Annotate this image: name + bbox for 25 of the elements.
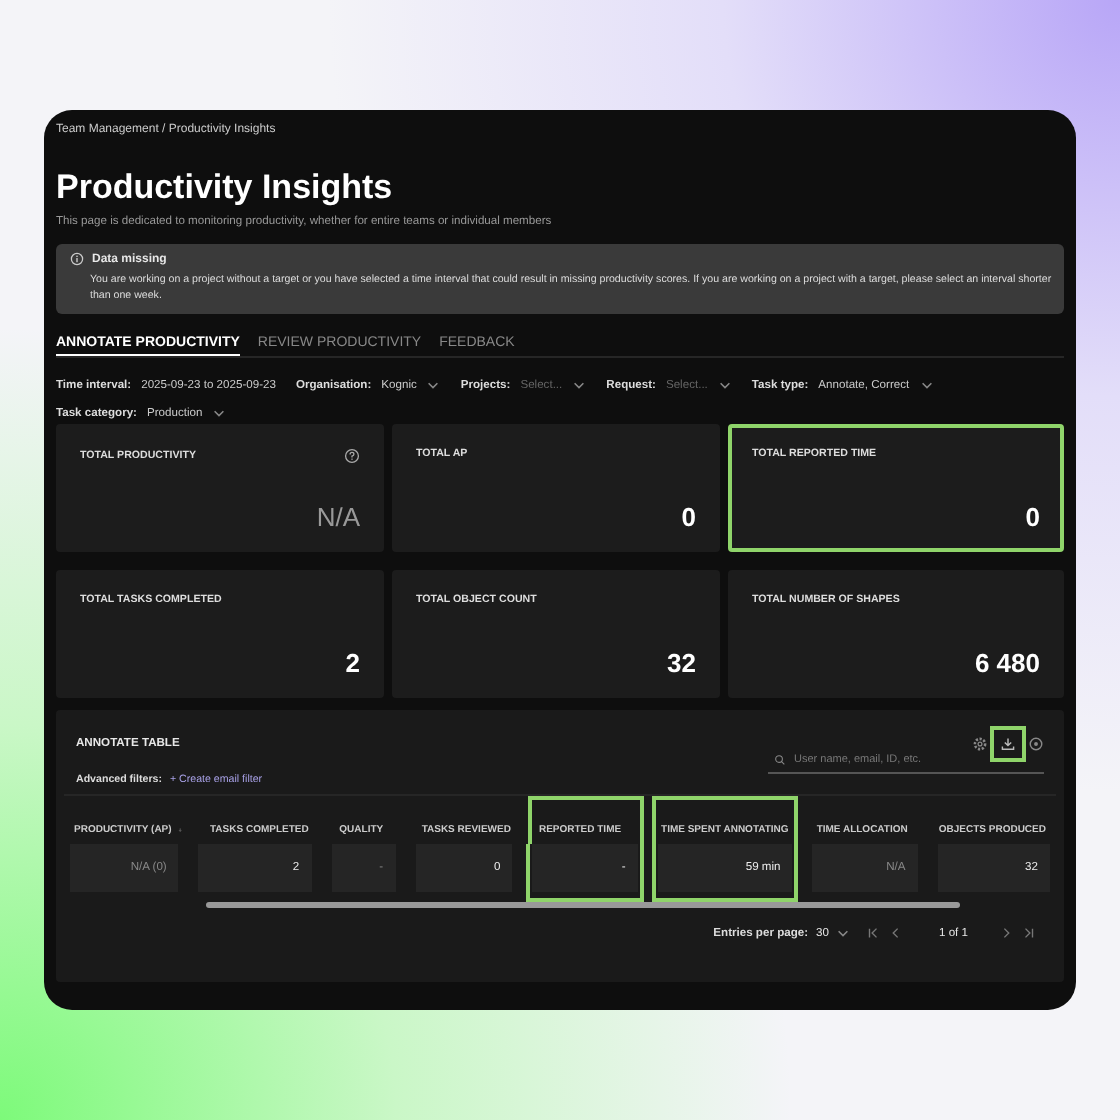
stat-value: 2 bbox=[343, 648, 360, 679]
stat-value: 0 bbox=[679, 502, 696, 533]
chevron-down-icon[interactable] bbox=[572, 378, 587, 393]
page-title: Productivity Insights bbox=[56, 168, 395, 208]
help-icon[interactable] bbox=[344, 448, 360, 465]
stat-value: 6 480 bbox=[972, 648, 1040, 679]
horizontal-scrollbar[interactable] bbox=[206, 902, 960, 909]
stat-value: 32 bbox=[665, 648, 696, 679]
last-page-icon[interactable] bbox=[1022, 926, 1036, 941]
chevron-down-icon[interactable] bbox=[919, 378, 934, 393]
stat-value: 0 bbox=[1023, 502, 1040, 533]
stat-value: N/A bbox=[314, 502, 360, 533]
download-button[interactable] bbox=[990, 726, 1026, 763]
chevron-down-icon[interactable] bbox=[836, 926, 851, 941]
download-icon[interactable] bbox=[1000, 736, 1016, 753]
first-page-icon[interactable] bbox=[866, 926, 881, 941]
circle-icon[interactable] bbox=[1028, 736, 1044, 753]
settings-icon[interactable] bbox=[972, 736, 988, 753]
chevron-down-icon[interactable] bbox=[426, 378, 441, 393]
info-icon bbox=[70, 252, 84, 266]
chevron-down-icon[interactable] bbox=[717, 378, 732, 393]
next-page-icon[interactable] bbox=[1000, 926, 1014, 941]
previous-page-icon[interactable] bbox=[888, 926, 903, 941]
chevron-down-icon[interactable] bbox=[212, 406, 227, 421]
search-icon bbox=[774, 754, 786, 767]
